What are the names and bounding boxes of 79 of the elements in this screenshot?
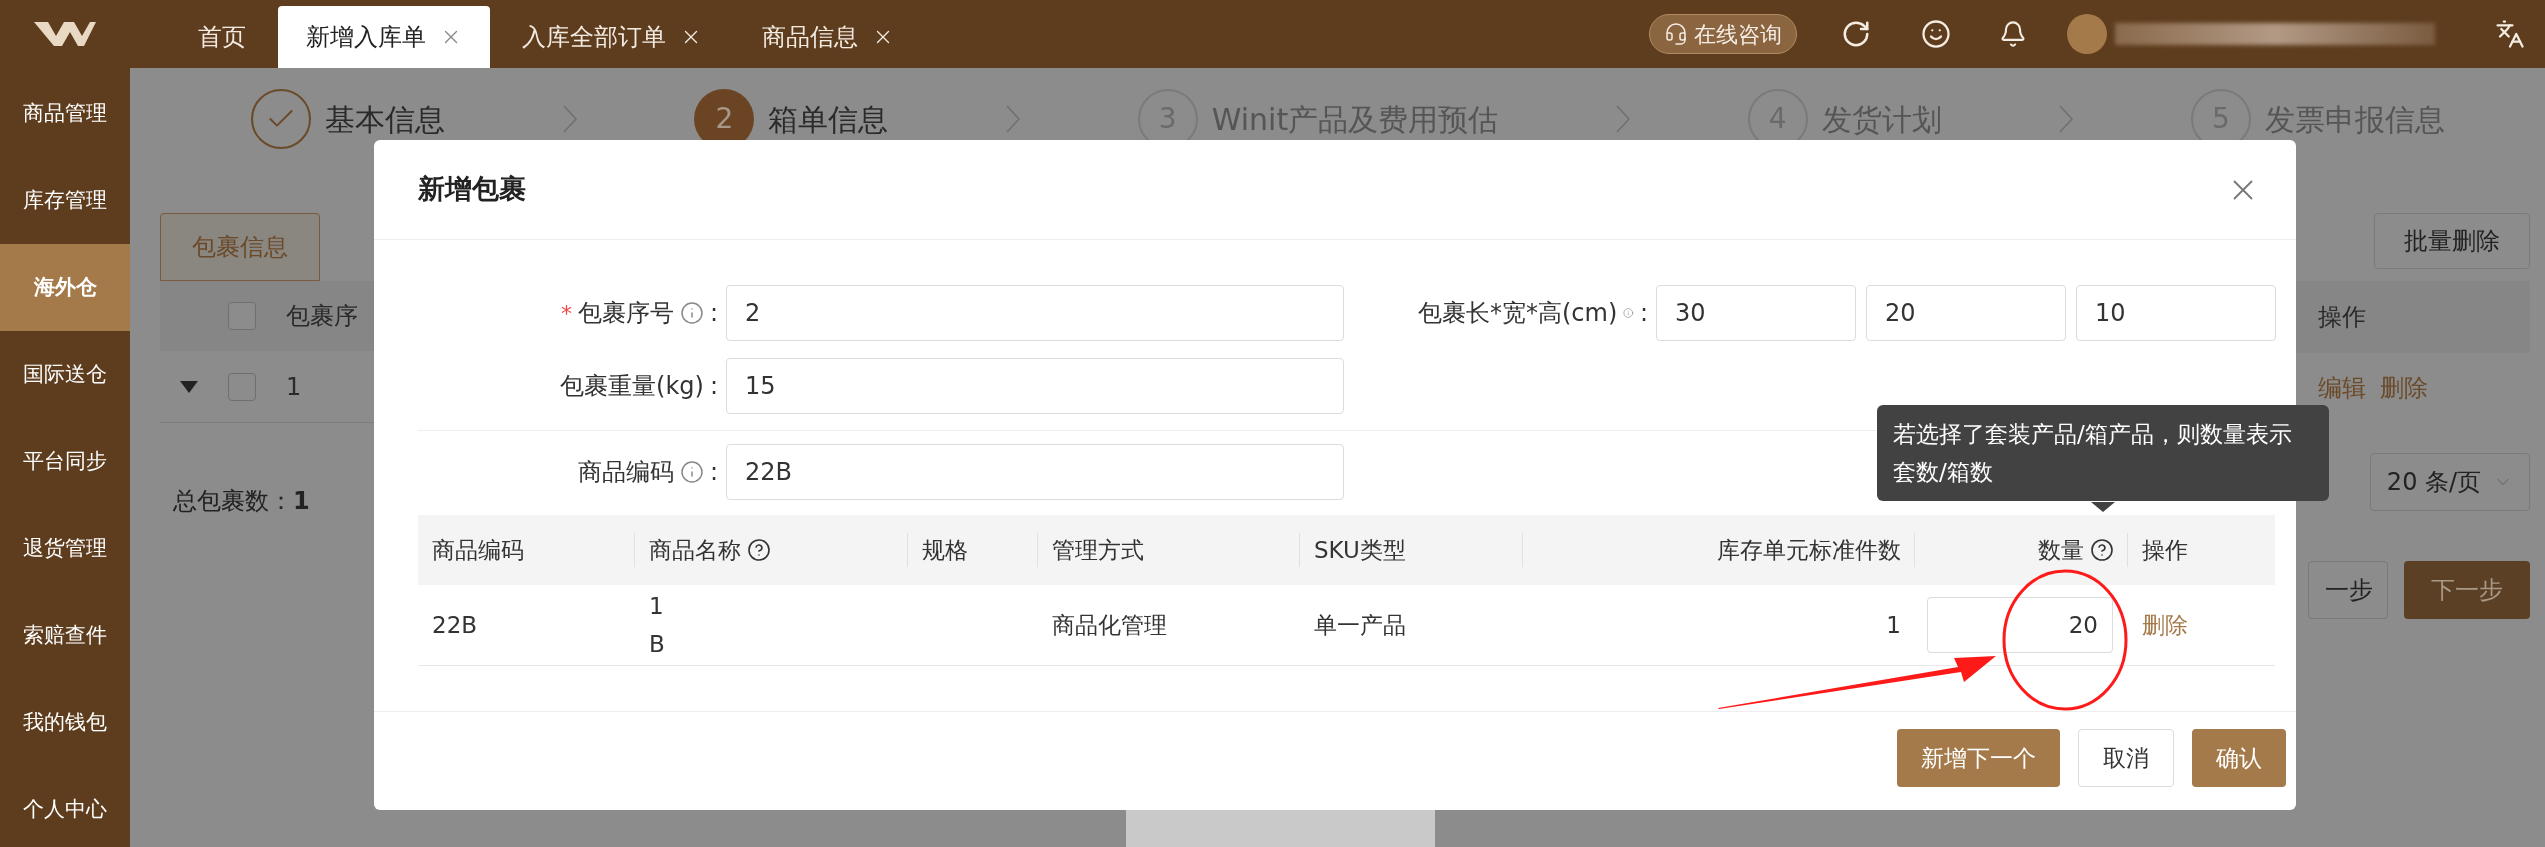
help-icon[interactable] xyxy=(2090,538,2114,562)
tooltip-arrow xyxy=(2091,502,2115,512)
page-tab[interactable]: 首页 xyxy=(170,6,274,68)
dialog-title: 新增包裹 xyxy=(418,172,526,207)
delete-link[interactable]: 删除 xyxy=(2142,611,2188,638)
info-icon[interactable] xyxy=(679,301,704,325)
logo-icon xyxy=(34,22,96,46)
column-header: SKU类型 xyxy=(1314,535,1406,565)
chevron-icon xyxy=(562,105,577,133)
field-label: 包裹重量(kg) xyxy=(560,371,704,402)
batch-delete-button[interactable]: 批量删除 xyxy=(2374,213,2530,269)
sidebar-item[interactable]: 索赔查件 xyxy=(0,592,130,679)
column-header: 操作 xyxy=(2142,535,2188,565)
page-size-select[interactable]: 20 条/页 xyxy=(2370,453,2530,511)
sidebar-item[interactable]: 个人中心 xyxy=(0,766,130,847)
input-field[interactable]: 10 xyxy=(2076,285,2276,341)
input-field[interactable]: 22B xyxy=(726,444,1344,500)
dialog-button[interactable]: 新增下一个 xyxy=(1897,729,2060,787)
field-label: 包裹长*宽*高(cm) xyxy=(1418,298,1618,329)
sidebar-item[interactable]: 商品管理 xyxy=(0,70,130,157)
sidebar-item[interactable]: 平台同步 xyxy=(0,418,130,505)
headset-icon xyxy=(1664,22,1688,46)
chevron-icon xyxy=(1615,105,1630,133)
checkbox[interactable] xyxy=(228,302,256,330)
page-tab[interactable]: 新增入库单 xyxy=(278,6,490,68)
help-icon[interactable] xyxy=(747,538,771,562)
previous-step-button[interactable]: 一步 xyxy=(2308,561,2388,619)
step-label: 基本信息 xyxy=(325,100,445,139)
checkbox[interactable] xyxy=(228,372,256,401)
column-header: 数量 xyxy=(2038,535,2084,565)
sidebar-item[interactable]: 我的钱包 xyxy=(0,679,130,766)
column-header: 包裹序 xyxy=(286,301,358,332)
expand-caret-icon[interactable] xyxy=(180,380,198,393)
info-icon[interactable] xyxy=(679,460,704,484)
label-colon: : xyxy=(1639,298,1648,329)
tooltip: 若选择了套装产品/箱产品，则数量表示套数/箱数 xyxy=(1877,405,2329,501)
chevron-icon xyxy=(1006,105,1021,133)
column-header: 商品编码 xyxy=(432,535,524,565)
page-tab[interactable]: 商品信息 xyxy=(734,6,922,68)
field-label: 包裹序号 xyxy=(577,298,674,329)
column-header: 管理方式 xyxy=(1052,535,1144,565)
input-field[interactable]: 15 xyxy=(726,358,1344,414)
chevron-icon xyxy=(2059,105,2074,133)
sidebar-item[interactable]: 国际送仓 xyxy=(0,331,130,418)
column-header: 库存单元标准件数 xyxy=(1717,535,1901,565)
summary-value: 1 xyxy=(293,486,310,517)
avatar[interactable] xyxy=(2067,14,2107,54)
translate-icon[interactable] xyxy=(2495,19,2525,49)
required-asterisk: * xyxy=(560,299,572,328)
sidebar-item[interactable]: 退货管理 xyxy=(0,505,130,592)
step-label: 箱单信息 xyxy=(768,100,889,139)
column-header: 操作 xyxy=(2318,302,2366,333)
table-cell-text: 1 xyxy=(649,592,665,621)
table-cell-text: 1 xyxy=(1886,610,1901,640)
consult-button[interactable]: 在线咨询 xyxy=(1649,14,1797,54)
dialog-button[interactable]: 确认 xyxy=(2192,729,2286,787)
column-header: 规格 xyxy=(922,535,968,565)
input-field[interactable]: 20 xyxy=(1866,285,2066,341)
label-colon: : xyxy=(709,298,718,329)
table-cell-text: B xyxy=(649,630,666,659)
table-cell: 单一产品 xyxy=(1314,611,1406,638)
column-header: 商品名称 xyxy=(649,535,741,565)
bell-icon[interactable] xyxy=(1999,20,2027,48)
label-colon: : xyxy=(709,457,718,488)
sidebar-item[interactable]: 库存管理 xyxy=(0,157,130,244)
summary-label: 总包裹数： xyxy=(173,486,293,517)
quantity-input[interactable]: 20 xyxy=(1927,597,2113,653)
sidebar-item[interactable]: 海外仓 xyxy=(0,244,130,331)
label-colon: : xyxy=(709,371,718,402)
table-cell: 22B xyxy=(432,611,478,638)
input-field[interactable]: 30 xyxy=(1656,285,1856,341)
table-cell-text: 1 xyxy=(286,371,302,403)
table-cell: 商品化管理 xyxy=(1052,611,1167,638)
field-label: 商品编码 xyxy=(577,457,674,488)
smile-icon[interactable] xyxy=(1921,19,1951,49)
refresh-icon[interactable] xyxy=(1841,19,1871,49)
page-tab[interactable]: 入库全部订单 xyxy=(494,6,730,68)
input-field[interactable]: 2 xyxy=(726,285,1344,341)
dialog-button[interactable]: 取消 xyxy=(2078,729,2174,787)
